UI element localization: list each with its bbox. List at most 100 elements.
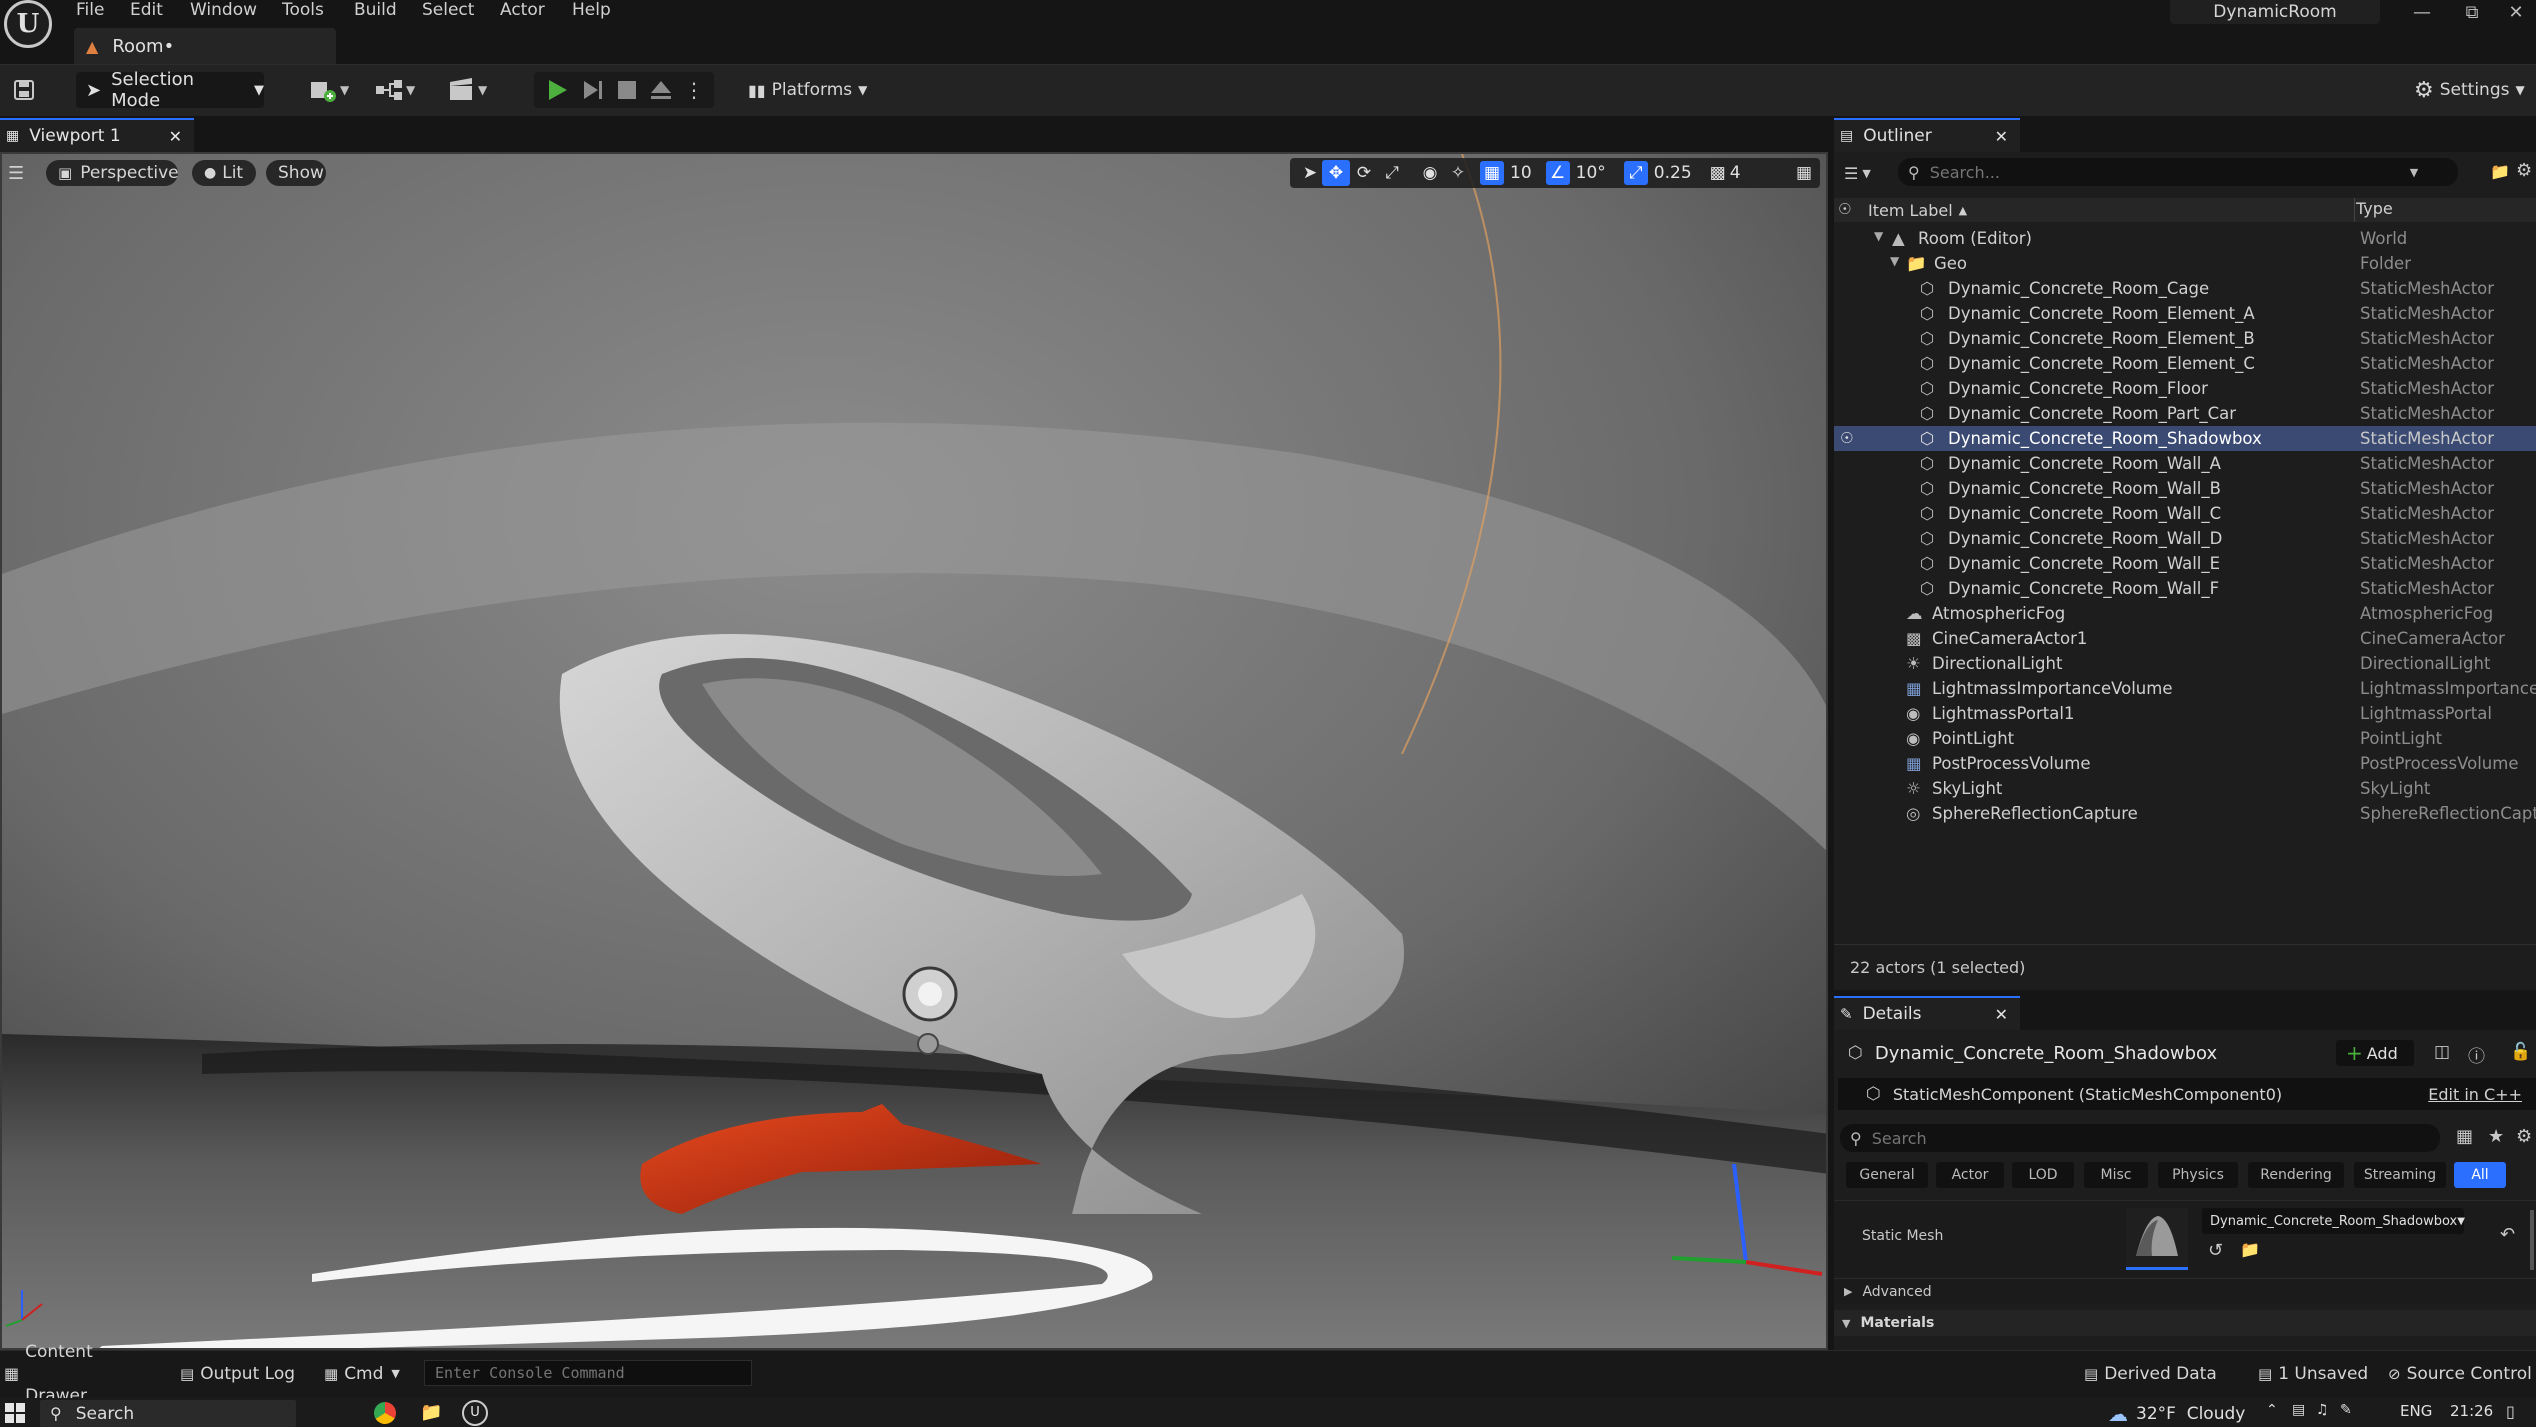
gear-icon[interactable]: ⚙ bbox=[2516, 160, 2536, 182]
world-local-icon[interactable]: ◉ bbox=[1416, 163, 1444, 183]
lock-icon[interactable]: 🔓 bbox=[2510, 1042, 2534, 1066]
column-item-label[interactable]: Item Label ▲ bbox=[1868, 199, 1967, 221]
stop-icon[interactable] bbox=[614, 78, 640, 102]
mesh-thumbnail[interactable] bbox=[2126, 1208, 2188, 1270]
surface-snap-icon[interactable]: ✧ bbox=[1444, 163, 1472, 183]
category-lod[interactable]: LOD bbox=[2012, 1162, 2074, 1188]
eject-icon[interactable] bbox=[648, 78, 674, 102]
save-icon[interactable] bbox=[10, 76, 38, 104]
column-type[interactable]: Type bbox=[2356, 199, 2393, 218]
tree-row-post-process[interactable]: ▦ PostProcessVolume PostProcessVolume bbox=[1834, 751, 2536, 776]
category-physics[interactable]: Physics bbox=[2158, 1162, 2238, 1188]
component-row[interactable]: ⬡ StaticMeshComponent (StaticMeshCompone… bbox=[1838, 1078, 2536, 1110]
details-search[interactable]: ⚲ bbox=[1840, 1124, 2440, 1152]
perspective-button[interactable]: ▣ Perspective bbox=[46, 160, 179, 186]
menu-edit[interactable]: Edit bbox=[130, 0, 163, 20]
blueprint-button[interactable]: ▼ bbox=[374, 76, 422, 104]
rotate-tool-icon[interactable]: ⟳ bbox=[1350, 163, 1378, 183]
menu-actor[interactable]: Actor bbox=[500, 0, 545, 20]
output-log-button[interactable]: ▤ Output Log bbox=[180, 1352, 300, 1396]
category-actor[interactable]: Actor bbox=[1936, 1162, 2004, 1188]
scale-snap-value[interactable]: 0.25 bbox=[1654, 163, 1692, 183]
derived-data-button[interactable]: ▤ Derived Data bbox=[2084, 1352, 2234, 1396]
tree-row-static-mesh[interactable]: ⬡ Dynamic_Concrete_Room_Floor StaticMesh… bbox=[1834, 376, 2536, 401]
tree-row-room-editor[interactable]: ▼ ▲ Room (Editor) World bbox=[1834, 226, 2536, 251]
tree-row-static-mesh[interactable]: ⬡ Dynamic_Concrete_Room_Wall_E StaticMes… bbox=[1834, 551, 2536, 576]
tree-row-static-mesh[interactable]: ⬡ Dynamic_Concrete_Room_Element_C Static… bbox=[1834, 351, 2536, 376]
menu-file[interactable]: File bbox=[76, 0, 104, 20]
tree-row-lightmass-portal[interactable]: ◉ LightmassPortal1 LightmassPortal bbox=[1834, 701, 2536, 726]
translate-tool-icon[interactable]: ✥ bbox=[1322, 160, 1350, 186]
unreal-logo-icon[interactable]: U bbox=[4, 0, 52, 48]
chevron-down-icon[interactable]: ▼ bbox=[2410, 166, 2418, 179]
visibility-eye-icon[interactable]: ☉ bbox=[1838, 200, 1858, 220]
tree-row-static-mesh[interactable]: ⬡ Dynamic_Concrete_Room_Element_A Static… bbox=[1834, 301, 2536, 326]
weather-widget[interactable]: ☁ 32°F Cloudy bbox=[2108, 1400, 2245, 1427]
select-tool-icon[interactable]: ➤ bbox=[1298, 163, 1322, 183]
taskbar-search[interactable]: ⚲ Search bbox=[40, 1400, 296, 1427]
clock[interactable]: 21:26 bbox=[2450, 1402, 2493, 1420]
camera-speed-value[interactable]: 4 bbox=[1730, 163, 1741, 183]
expand-arrow-icon[interactable]: ▼ bbox=[1890, 254, 1899, 268]
category-misc[interactable]: Misc bbox=[2084, 1162, 2148, 1188]
rotation-snap-icon[interactable]: ∠ bbox=[1545, 161, 1570, 185]
use-selected-asset-icon[interactable]: 📁 bbox=[2240, 1240, 2260, 1259]
close-window-icon[interactable]: ✕ bbox=[2494, 0, 2536, 26]
table-view-icon[interactable]: ▦ bbox=[2456, 1126, 2473, 1147]
help-icon[interactable]: ⓘ bbox=[2468, 1042, 2492, 1067]
cinematics-button[interactable]: ▼ bbox=[446, 76, 494, 104]
pen-icon[interactable]: ✎ bbox=[2340, 1402, 2352, 1418]
tree-row-point-light[interactable]: ◉ PointLight PointLight bbox=[1834, 726, 2536, 751]
tree-row-static-mesh[interactable]: ⬡ Dynamic_Concrete_Room_Wall_B StaticMes… bbox=[1834, 476, 2536, 501]
menu-help[interactable]: Help bbox=[572, 0, 611, 20]
tree-row-cine-camera[interactable]: ▩ CineCameraActor1 CineCameraActor bbox=[1834, 626, 2536, 651]
file-explorer-icon[interactable]: 📁 bbox=[420, 1402, 444, 1424]
hamburger-menu-icon[interactable]: ☰ bbox=[8, 162, 32, 186]
scale-tool-icon[interactable]: ⤢ bbox=[1378, 163, 1406, 183]
add-actor-button[interactable]: ▼ bbox=[308, 76, 354, 104]
visibility-eye-icon[interactable]: ☉ bbox=[1840, 429, 1853, 447]
minimize-icon[interactable]: — bbox=[2400, 0, 2444, 26]
language-indicator[interactable]: ENG bbox=[2400, 1402, 2432, 1420]
details-tab[interactable]: ✎ Details ✕ bbox=[1834, 996, 2020, 1030]
browse-asset-icon[interactable]: ↺ bbox=[2208, 1240, 2223, 1261]
lit-button[interactable]: ● Lit bbox=[192, 160, 256, 186]
tree-row-atmospheric-fog[interactable]: ☁ AtmosphericFog AtmosphericFog bbox=[1834, 601, 2536, 626]
add-component-button[interactable]: + Add bbox=[2336, 1040, 2414, 1066]
advanced-section[interactable]: ▶ Advanced bbox=[1834, 1278, 2536, 1304]
menu-tools[interactable]: Tools bbox=[282, 0, 324, 20]
rotation-snap-value[interactable]: 10° bbox=[1576, 163, 1606, 183]
close-tab-icon[interactable]: ✕ bbox=[169, 127, 182, 146]
source-control-button[interactable]: ⊘ Source Control bbox=[2388, 1352, 2536, 1396]
step-icon[interactable] bbox=[580, 78, 606, 102]
notification-icon[interactable]: ▯ bbox=[2506, 1402, 2515, 1421]
tree-row-sky-light[interactable]: ☼ SkyLight SkyLight bbox=[1834, 776, 2536, 801]
document-tab-room[interactable]: ▲ Room• bbox=[74, 28, 336, 64]
gear-icon[interactable]: ⚙ bbox=[2516, 1126, 2532, 1147]
more-options-icon[interactable]: ⋮ bbox=[684, 78, 704, 102]
tree-row-static-mesh[interactable]: ⬡ Dynamic_Concrete_Room_Part_Car StaticM… bbox=[1834, 401, 2536, 426]
windows-start-icon[interactable] bbox=[4, 1402, 26, 1424]
network-icon[interactable]: ▤ bbox=[2292, 1402, 2305, 1418]
selection-mode-dropdown[interactable]: ➤ Selection Mode ▼ bbox=[76, 69, 264, 111]
category-all[interactable]: All bbox=[2454, 1162, 2506, 1188]
tree-row-lightmass-volume[interactable]: ▦ LightmassImportanceVolume LightmassImp… bbox=[1834, 676, 2536, 701]
restore-icon[interactable]: ⧉ bbox=[2450, 0, 2494, 26]
outliner-tab[interactable]: ▤ Outliner ✕ bbox=[1834, 118, 2020, 152]
category-rendering[interactable]: Rendering bbox=[2248, 1162, 2344, 1188]
chevron-up-icon[interactable]: ⌃ bbox=[2266, 1402, 2278, 1418]
cmd-dropdown[interactable]: ▦ Cmd ▼ bbox=[324, 1352, 408, 1396]
menu-window[interactable]: Window bbox=[190, 0, 257, 20]
volume-icon[interactable]: ♫ bbox=[2316, 1402, 2329, 1418]
level-viewport[interactable] bbox=[0, 152, 1828, 1350]
add-folder-icon[interactable]: 📁 bbox=[2490, 162, 2512, 184]
materials-section[interactable]: ▼ Materials bbox=[1834, 1310, 2536, 1336]
tree-row-static-mesh[interactable]: ⬡ Dynamic_Concrete_Room_Wall_A StaticMes… bbox=[1834, 451, 2536, 476]
grid-snap-value[interactable]: 10 bbox=[1510, 163, 1532, 183]
reset-arrow-icon[interactable]: ↶ bbox=[2500, 1224, 2515, 1245]
content-drawer-button[interactable]: ▦ Content Drawer bbox=[4, 1342, 156, 1406]
scale-snap-icon[interactable]: ⤢ bbox=[1623, 161, 1648, 185]
tree-row-static-mesh[interactable]: ⬡ Dynamic_Concrete_Room_Wall_F StaticMes… bbox=[1834, 576, 2536, 601]
close-tab-icon[interactable]: ✕ bbox=[1995, 1005, 2008, 1024]
edit-in-cpp-link[interactable]: Edit in C++ bbox=[2428, 1085, 2522, 1104]
